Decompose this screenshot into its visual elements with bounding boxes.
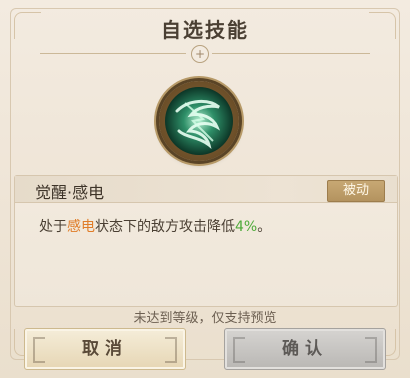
cancel-button-label: 取消 bbox=[82, 339, 128, 359]
skill-type-badge: 被动 bbox=[327, 180, 385, 202]
desc-highlight-value: 4% bbox=[235, 219, 258, 235]
desc-text-2: 状态下的敌方攻击降低 bbox=[95, 219, 235, 235]
skill-icon-frame bbox=[159, 81, 239, 161]
skill-description: 处于感电状态下的敌方攻击降低4%。 bbox=[39, 216, 271, 236]
button-ornament-right bbox=[365, 337, 377, 363]
confirm-button[interactable]: 确认 bbox=[224, 328, 386, 370]
level-notice: 未达到等级，仅支持预览 bbox=[133, 311, 277, 326]
desc-text-3: 。 bbox=[257, 219, 272, 235]
button-ornament-left bbox=[233, 337, 245, 363]
green-swirl-skill-icon bbox=[165, 87, 233, 155]
title-divider-left bbox=[40, 53, 186, 54]
desc-text-1: 处于 bbox=[39, 219, 67, 235]
skill-info-header: 觉醒·感电 被动 bbox=[15, 176, 397, 203]
cancel-button[interactable]: 取消 bbox=[24, 328, 186, 370]
skill-select-dialog: 自选技能 + 觉醒·感电 被动 处于感电状态下的敌方攻击降低4%。 未达到等级， bbox=[0, 0, 410, 378]
divider-ornament-icon: + bbox=[191, 45, 209, 63]
desc-highlight-status: 感电 bbox=[67, 219, 95, 235]
button-ornament-left bbox=[33, 337, 45, 363]
skill-name: 觉醒·感电 bbox=[35, 183, 105, 202]
button-ornament-right bbox=[165, 337, 177, 363]
confirm-button-label: 确认 bbox=[282, 339, 328, 359]
dialog-title: 自选技能 bbox=[161, 18, 249, 42]
title-divider-right bbox=[212, 53, 370, 54]
skill-info-box: 觉醒·感电 被动 处于感电状态下的敌方攻击降低4%。 bbox=[14, 175, 398, 307]
